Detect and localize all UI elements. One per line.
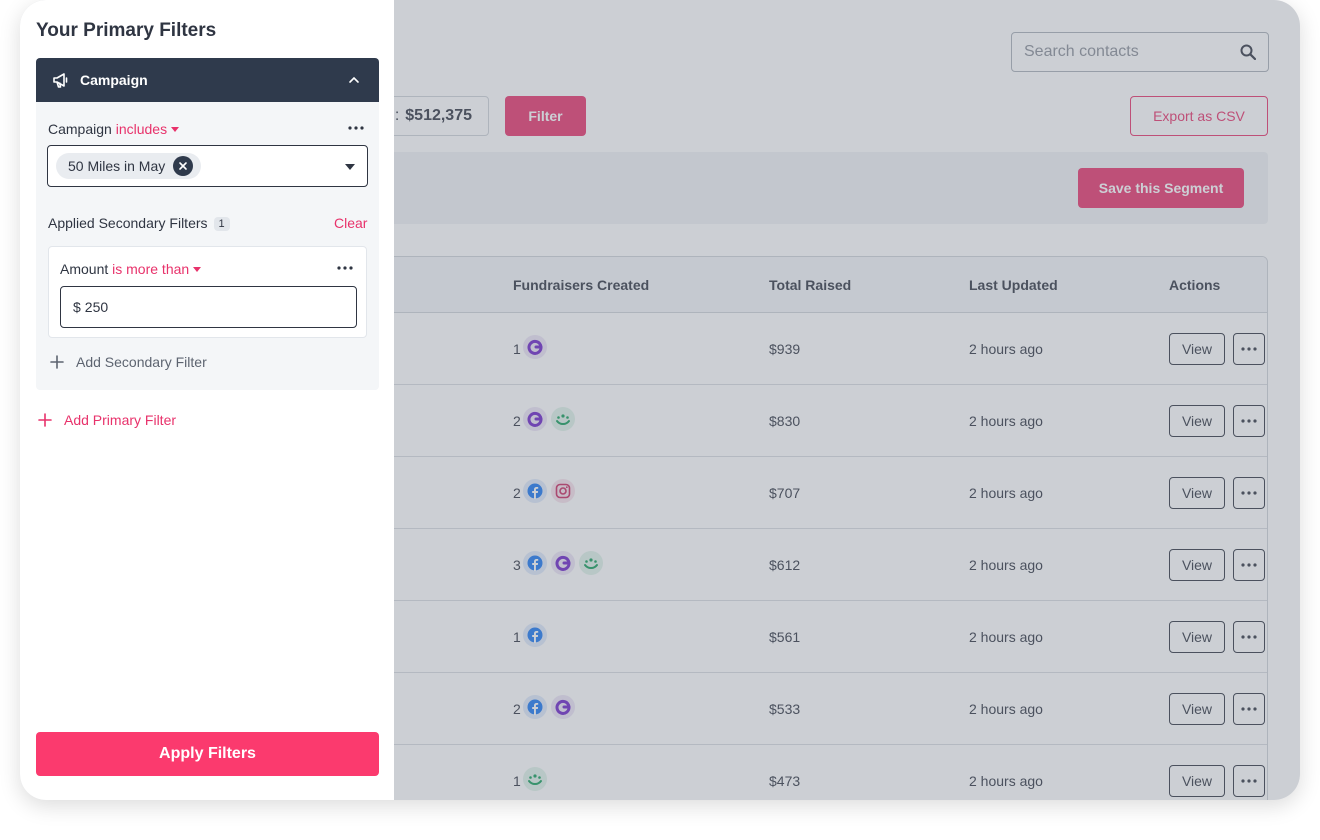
secondary-count-badge: 1 [213, 217, 230, 231]
add-secondary-filter-button[interactable]: Add Secondary Filter [50, 354, 207, 370]
amount-filter-row: Amount is more than [60, 261, 202, 277]
remove-chip-icon[interactable] [173, 156, 194, 176]
accordion-label: Campaign [80, 72, 148, 88]
megaphone-icon [53, 73, 68, 88]
amount-filter-card: Amount is more than $ 250 [48, 246, 367, 338]
secondary-filters-heading: Applied Secondary Filters 1 [48, 215, 230, 231]
dropdown-caret-icon[interactable] [345, 164, 355, 170]
panel-title: Your Primary Filters [36, 20, 217, 41]
campaign-filter-row: Campaign includes [48, 121, 180, 137]
selected-campaign-chip: 50 Miles in May [56, 153, 202, 179]
chip-label: 50 Miles in May [68, 158, 166, 174]
amount-operator-dropdown[interactable]: is more than [112, 261, 202, 277]
clear-filters-link[interactable]: Clear [334, 215, 367, 231]
campaign-filter-label: Campaign [48, 121, 112, 137]
filter-panel: Your Primary Filters Campaign Campaign i… [20, 0, 394, 800]
campaign-select[interactable]: 50 Miles in May [47, 145, 368, 187]
plus-icon [38, 413, 52, 427]
campaign-accordion-body: Campaign includes 50 Miles in May Applie… [36, 102, 379, 390]
amount-filter-label: Amount [60, 261, 109, 277]
currency-symbol: $ [73, 299, 81, 315]
caret-down-icon [171, 127, 180, 132]
campaign-accordion-header[interactable]: Campaign [36, 58, 379, 102]
app-frame: Search contacts l: $512,375 Filter Expor… [20, 0, 1300, 800]
caret-down-icon [193, 267, 202, 272]
more-options-icon[interactable] [337, 266, 353, 270]
campaign-operator-dropdown[interactable]: includes [116, 121, 180, 137]
amount-field[interactable]: $ 250 [60, 286, 357, 328]
add-primary-filter-button[interactable]: Add Primary Filter [38, 412, 176, 428]
plus-icon [50, 355, 64, 369]
chevron-up-icon[interactable] [348, 74, 360, 86]
more-options-icon[interactable] [348, 126, 364, 130]
apply-filters-button[interactable]: Apply Filters [36, 732, 379, 776]
amount-value: 250 [84, 299, 109, 315]
